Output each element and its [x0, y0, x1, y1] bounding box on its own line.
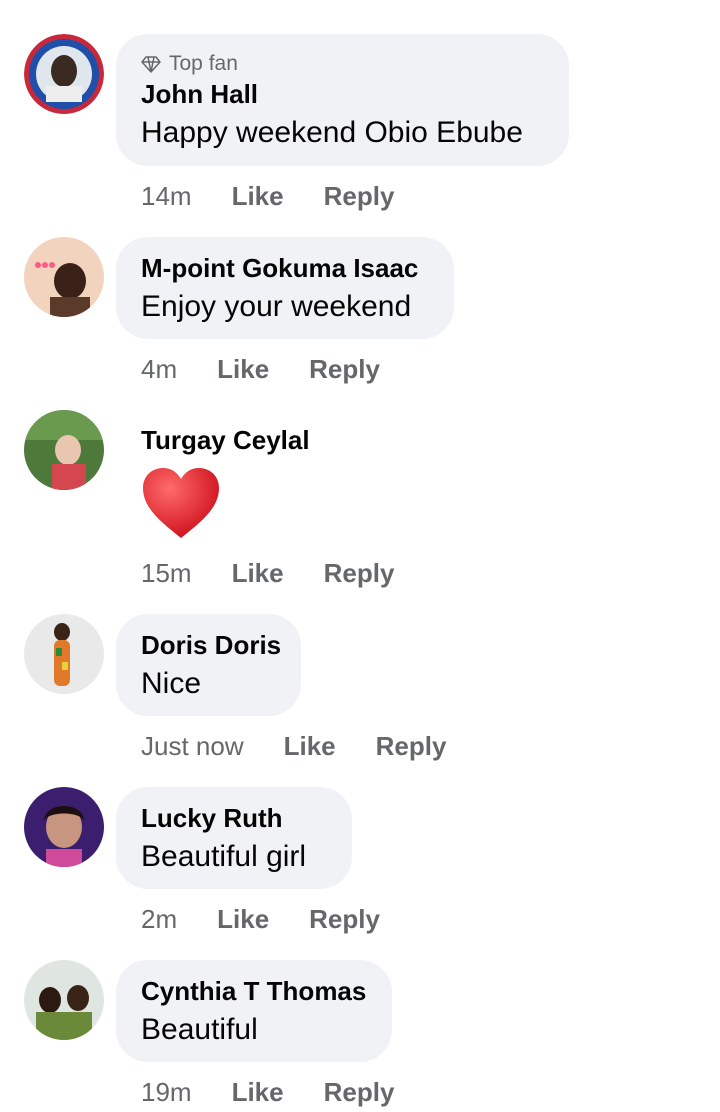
like-button[interactable]: Like — [284, 729, 336, 763]
author-name[interactable]: Lucky Ruth — [141, 802, 327, 834]
avatar[interactable] — [24, 410, 104, 490]
reply-button[interactable]: Reply — [324, 1075, 395, 1109]
comment-bubble: M-point Gokuma Isaac Enjoy your weekend — [116, 237, 454, 339]
timestamp[interactable]: 19m — [141, 1075, 192, 1109]
timestamp[interactable]: Just now — [141, 729, 244, 763]
comment-bubble: Lucky Ruth Beautiful girl — [116, 787, 352, 889]
reply-button[interactable]: Reply — [309, 902, 380, 936]
reply-button[interactable]: Reply — [324, 556, 395, 590]
reply-button[interactable]: Reply — [324, 179, 395, 213]
comment-actions: 4m Like Reply — [141, 352, 420, 386]
timestamp[interactable]: 15m — [141, 556, 192, 590]
reply-button[interactable]: Reply — [376, 729, 447, 763]
avatar[interactable] — [24, 787, 104, 867]
author-name[interactable]: Cynthia T Thomas — [141, 975, 367, 1007]
comment-actions: 19m Like Reply — [141, 1075, 434, 1109]
comment-text: Happy weekend Obio Ebube — [141, 116, 523, 149]
reply-button[interactable]: Reply — [309, 352, 380, 386]
top-fan-badge: Top fan — [141, 50, 544, 78]
comment-actions: 2m Like Reply — [141, 902, 420, 936]
avatar[interactable] — [24, 237, 104, 317]
author-name[interactable]: Doris Doris — [141, 629, 281, 661]
comment-actions: 15m Like Reply — [141, 556, 434, 590]
comment-actions: 14m Like Reply — [141, 179, 434, 213]
author-name[interactable]: M-point Gokuma Isaac — [141, 252, 429, 284]
comment-text: Enjoy your weekend — [141, 290, 412, 323]
comment-content: Turgay Ceylal — [141, 424, 310, 540]
comment-text: Beautiful girl — [141, 840, 307, 873]
like-button[interactable]: Like — [232, 1075, 284, 1109]
diamond-icon — [141, 56, 161, 73]
comment-text: Nice — [141, 667, 202, 700]
badge-label: Top fan — [169, 52, 238, 75]
comment-bubble: Doris Doris Nice — [116, 614, 301, 716]
like-button[interactable]: Like — [232, 556, 284, 590]
comment-bubble: Cynthia T Thomas Beautiful — [116, 960, 392, 1062]
timestamp[interactable]: 4m — [141, 352, 177, 386]
comment-bubble: Top fan John Hall Happy weekend Obio Ebu… — [116, 34, 569, 166]
like-button[interactable]: Like — [232, 179, 284, 213]
timestamp[interactable]: 2m — [141, 902, 177, 936]
comment-actions: Just now Like Reply — [141, 729, 486, 763]
comment-text: Beautiful — [141, 1013, 258, 1046]
timestamp[interactable]: 14m — [141, 179, 192, 213]
avatar[interactable] — [24, 614, 104, 694]
red-heart-icon — [143, 468, 219, 538]
avatar[interactable] — [24, 34, 104, 114]
like-button[interactable]: Like — [217, 352, 269, 386]
author-name[interactable]: Turgay Ceylal — [141, 424, 310, 456]
avatar[interactable] — [24, 960, 104, 1040]
like-button[interactable]: Like — [217, 902, 269, 936]
author-name[interactable]: John Hall — [141, 78, 544, 110]
